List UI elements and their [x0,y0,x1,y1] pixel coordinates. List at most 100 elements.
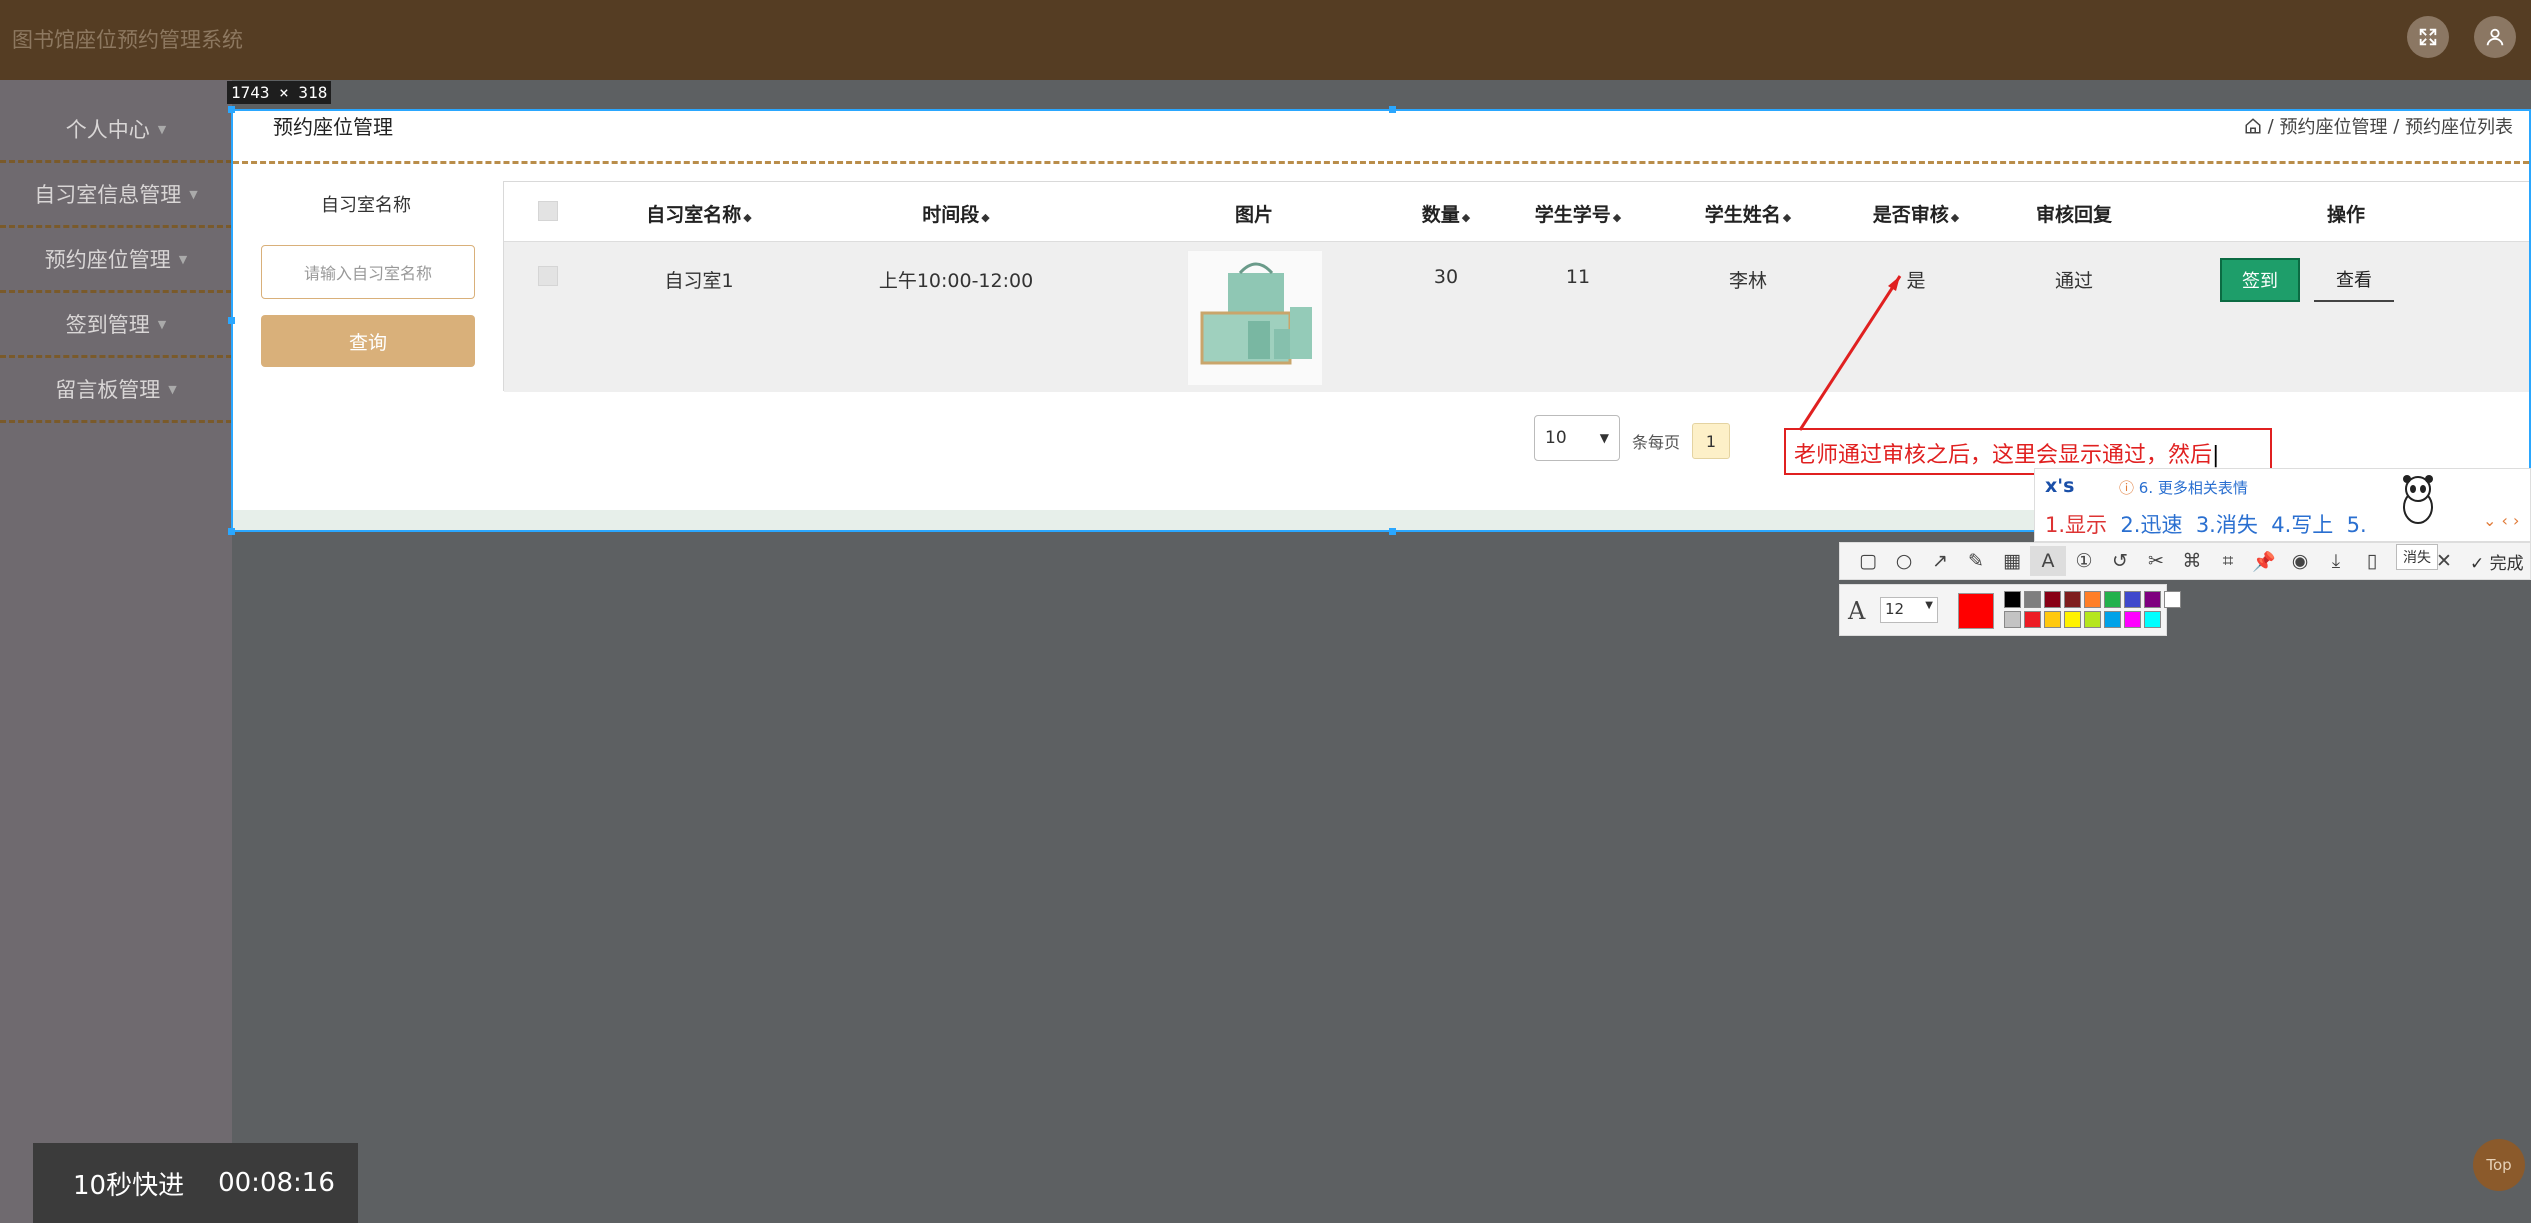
color-swatch[interactable] [2084,611,2101,628]
sidebar-item-message-board[interactable]: 留言板管理 ▼ [0,358,232,423]
sidebar-item-seat-reservation[interactable]: 预约座位管理 ▼ [0,228,232,293]
breadcrumb-item[interactable]: 预约座位管理 [2279,113,2387,139]
sidebar-item-label: 个人中心 [65,118,150,142]
breadcrumb: / 预约座位管理 / 预约座位列表 [2244,113,2513,139]
font-size-select[interactable]: 12 ▼ [1880,597,1938,623]
sort-icon: ◆ [1782,211,1792,224]
phone-icon[interactable]: ▯ [2354,546,2390,576]
color-swatch[interactable] [2124,591,2141,608]
top-header: 图书馆座位预约管理系统 [0,0,2531,80]
pin-icon[interactable]: 📌 [2246,546,2282,576]
color-swatch[interactable] [2104,591,2121,608]
reservation-table: 自习室名称 ◆ 时间段 ◆ 图片 数量 ◆ 学生学号 ◆ 学生姓名 ◆ 是否审核 ◆ 审核回… [503,181,2529,392]
tooltip: 消失 [2396,544,2438,570]
ime-page-arrows[interactable]: ⌄ ‹ › [2483,511,2519,530]
table-row[interactable]: 自习室1 上午10:00-12:00 30 11 李林 是 通过 签到 查看 [504,242,2529,392]
cell-student-name: 李林 [1728,270,1768,292]
column-header[interactable]: 学生学号 ◆ [1535,200,1621,227]
breadcrumb-item[interactable]: 预约座位列表 [2405,113,2513,139]
annotation-text: 老师通过审核之后，这里会显示通过，然后 [1794,443,2213,468]
view-button[interactable]: 查看 [2314,258,2394,302]
checkin-button[interactable]: 签到 [2220,258,2300,302]
column-header: 操作 [2326,204,2366,226]
panda-emoji-icon[interactable] [2395,473,2441,529]
column-header: 图片 [1234,204,1274,226]
color-swatch[interactable] [2124,611,2141,628]
ime-candidate[interactable]: 4.写上 [2271,513,2333,537]
color-swatch[interactable] [2144,611,2161,628]
sidebar-item-label: 自习室信息管理 [34,183,182,207]
user-avatar-icon[interactable] [2474,16,2516,58]
color-swatch[interactable] [2024,611,2041,628]
text-tool-icon[interactable]: A [2030,546,2066,576]
breadcrumb-sep: / [2267,115,2274,137]
ime-candidate[interactable]: 3.消失 [2196,513,2258,537]
translate-icon[interactable]: ⌘ [2174,546,2210,576]
ellipse-tool-icon[interactable]: ○ [1886,546,1922,576]
resize-handle[interactable] [228,317,235,324]
search-input[interactable]: 请输入自习室名称 [261,245,475,299]
fullscreen-icon[interactable] [2407,16,2449,58]
column-header[interactable]: 是否审核 ◆ [1873,200,1959,227]
column-header[interactable]: 学生姓名 ◆ [1705,200,1791,227]
sort-icon: ◆ [1461,211,1471,224]
color-swatch[interactable] [2084,591,2101,608]
skip-forward-button[interactable]: 10秒快进 [73,1165,184,1202]
record-icon[interactable]: ◉ [2282,546,2318,576]
table-header: 自习室名称 ◆ 时间段 ◆ 图片 数量 ◆ 学生学号 ◆ 学生姓名 ◆ 是否审核 ◆ 审核回… [504,182,2529,242]
home-icon[interactable] [2244,117,2262,135]
resize-handle[interactable] [228,528,235,535]
color-swatch[interactable] [2044,591,2061,608]
chevron-down-icon: ▼ [1925,600,1933,611]
sidebar-item-label: 预约座位管理 [44,248,171,272]
done-button[interactable]: ✓ 完成 [2470,549,2524,574]
color-swatch[interactable] [2064,611,2081,628]
row-checkbox[interactable] [538,266,558,286]
breadcrumb-sep: / [2393,115,2400,137]
sort-icon: ◆ [1950,211,1960,224]
search-button[interactable]: 查询 [261,315,475,367]
ime-candidate[interactable]: 2.迅速 [2120,513,2182,537]
number-tool-icon[interactable]: ① [2066,546,2102,576]
color-swatch[interactable] [2044,611,2061,628]
undo-icon[interactable]: ↺ [2102,546,2138,576]
ime-candidate[interactable]: 1.显示 [2045,513,2107,537]
sidebar-item-personal-center[interactable]: 个人中心 ▼ [0,98,232,163]
sidebar-item-room-info[interactable]: 自习室信息管理 ▼ [0,163,232,228]
download-icon[interactable]: ⤓ [2318,546,2354,576]
sort-icon: ◆ [981,211,990,224]
arrow-tool-icon[interactable]: ↗ [1922,546,1958,576]
ime-hint[interactable]: ⓘ 6. 更多相关表情 [2119,477,2248,498]
caret-down-icon: ▼ [189,187,198,201]
column-header[interactable]: 数量 ◆ [1422,200,1470,227]
page-title: 预约座位管理 [273,115,393,139]
cell-reply: 通过 [2054,270,2094,292]
ocr-icon[interactable]: ⌗ [2210,546,2246,576]
color-swatch[interactable] [2144,591,2161,608]
current-color-swatch[interactable] [1958,593,1994,629]
resize-handle[interactable] [228,106,235,113]
resize-handle[interactable] [1389,528,1396,535]
column-header[interactable]: 时间段 ◆ [922,200,989,227]
pen-tool-icon[interactable]: ✎ [1958,546,1994,576]
page-size-select[interactable]: 10 ▼ [1534,415,1620,461]
rectangle-tool-icon[interactable]: ▢ [1850,546,1886,576]
color-swatch[interactable] [2004,591,2021,608]
sidebar-item-checkin[interactable]: 签到管理 ▼ [0,293,232,358]
capture-size-badge: 1743 × 318 [227,81,332,104]
room-image[interactable] [1187,250,1322,385]
ime-candidate[interactable]: 5. [2347,513,2367,537]
resize-handle[interactable] [1389,106,1396,113]
select-all-checkbox[interactable] [538,201,558,221]
color-swatch[interactable] [2004,611,2021,628]
mosaic-tool-icon[interactable]: ▦ [1994,546,2030,576]
column-header[interactable]: 自习室名称 ◆ [646,200,751,227]
color-swatch[interactable] [2064,591,2081,608]
scissors-icon[interactable]: ✂ [2138,546,2174,576]
cell-count: 30 [1433,266,1459,288]
back-to-top-button[interactable]: Top [2473,1139,2525,1191]
color-swatch[interactable] [2164,591,2181,608]
page-number-button[interactable]: 1 [1692,423,1730,459]
color-swatch[interactable] [2104,611,2121,628]
color-swatch[interactable] [2024,591,2041,608]
